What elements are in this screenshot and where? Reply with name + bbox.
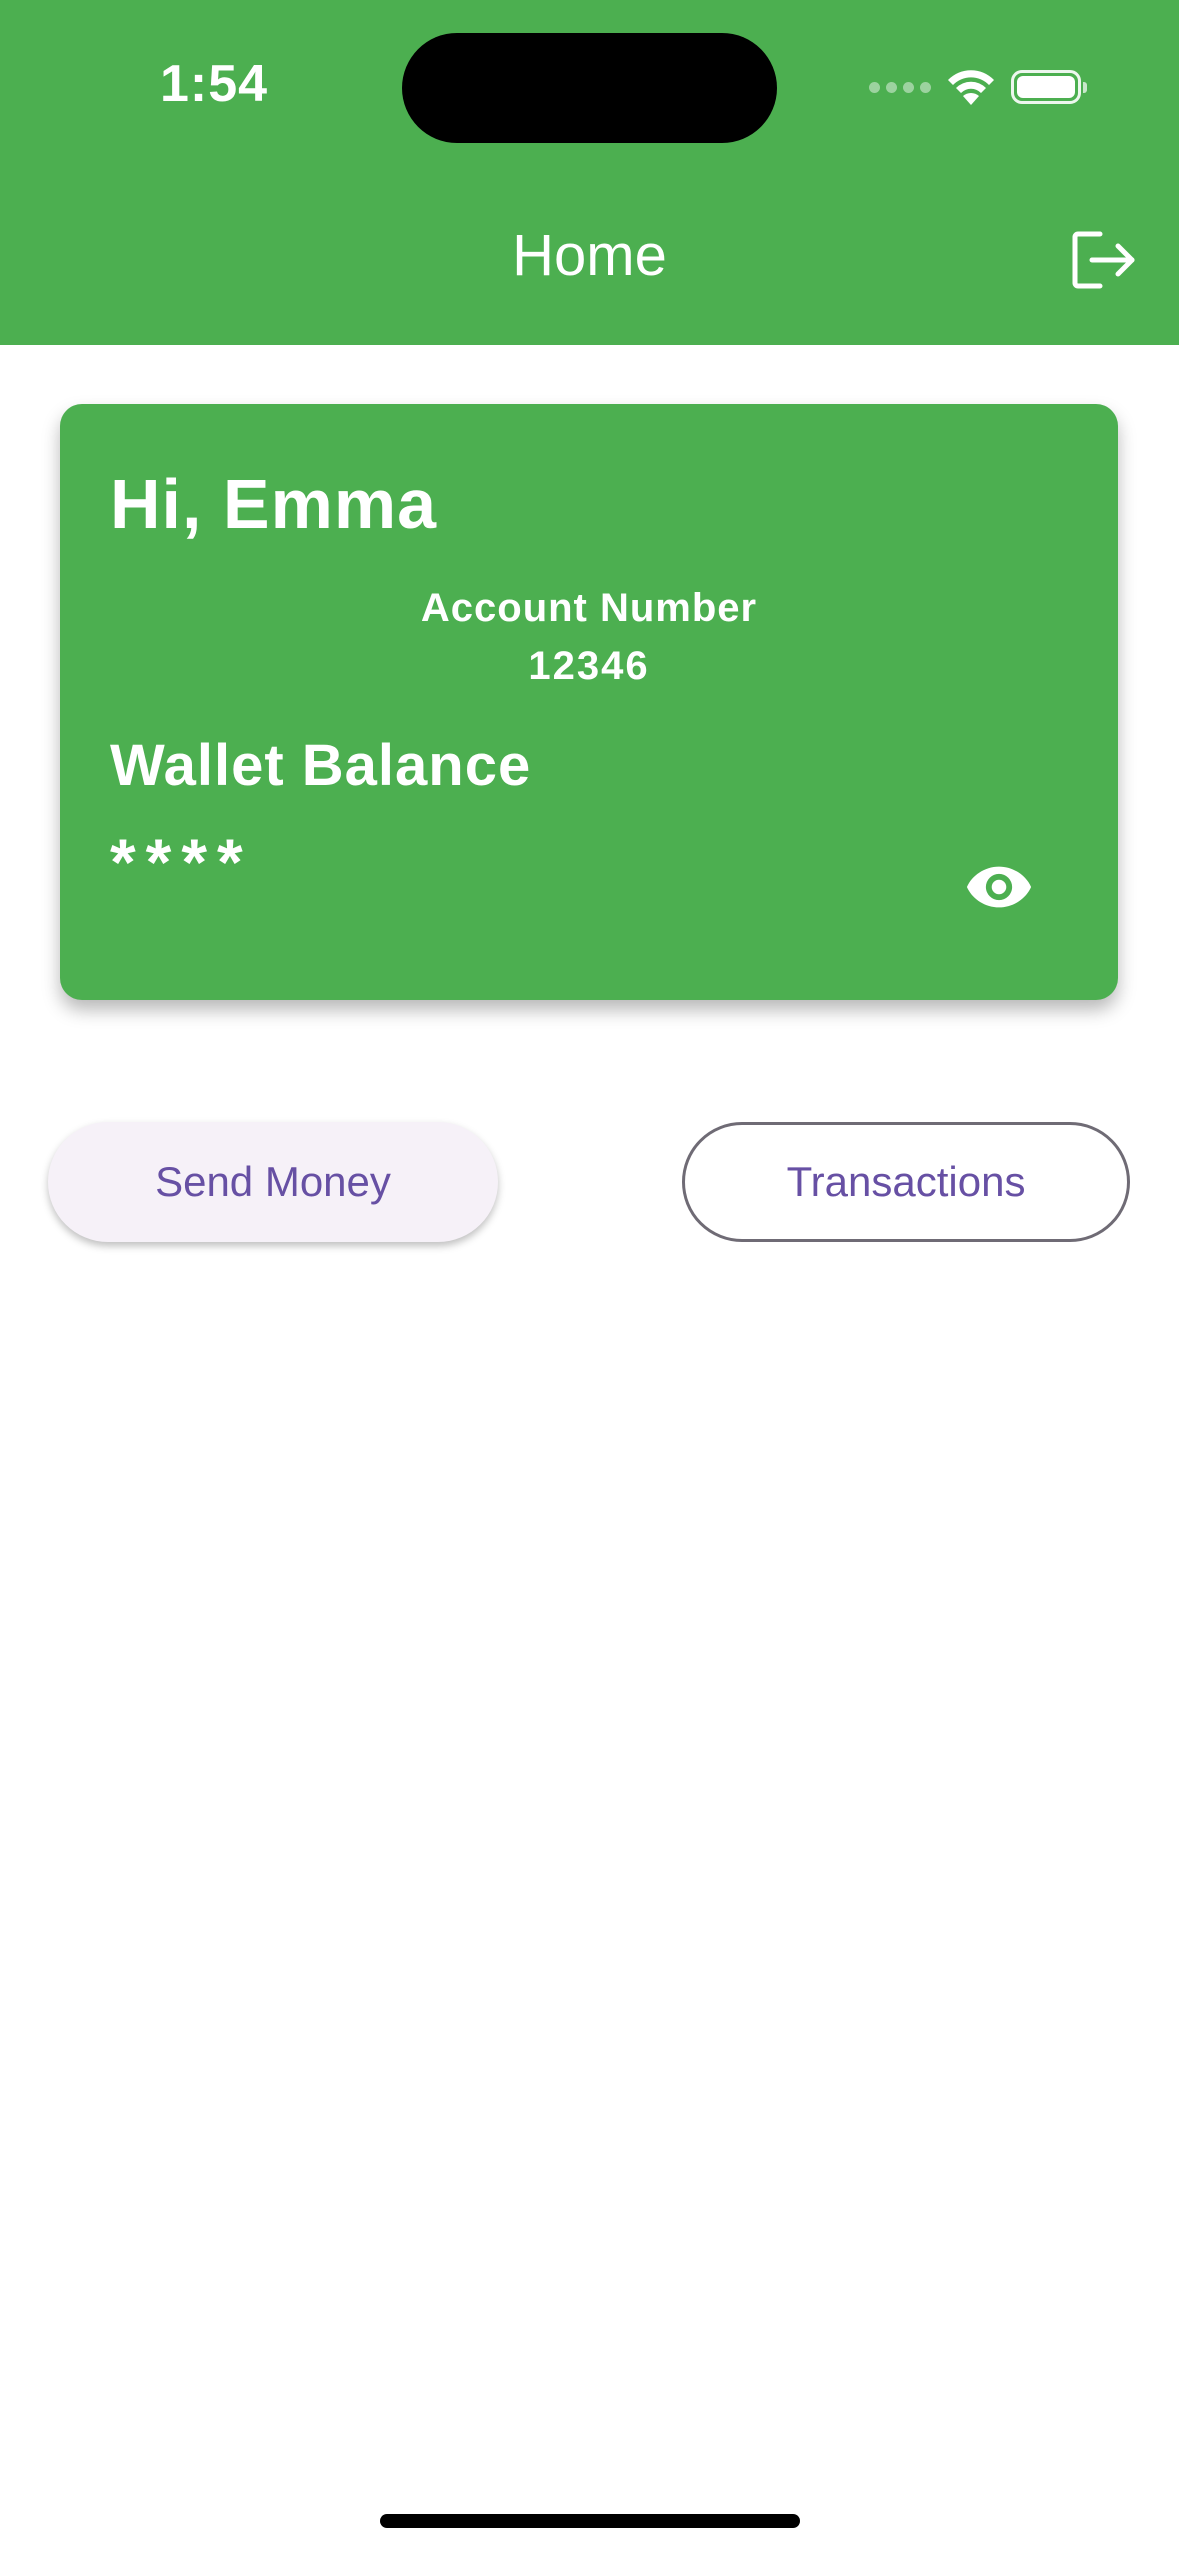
battery-icon	[1011, 70, 1087, 104]
home-indicator[interactable]	[380, 2514, 800, 2528]
dynamic-island	[402, 33, 777, 143]
account-number: 12346	[528, 644, 650, 688]
app-bar: 1:54 Home	[0, 0, 1179, 345]
page-title: Home	[512, 223, 667, 288]
account-number-label: Account Number	[420, 586, 758, 630]
send-money-button[interactable]: Send Money	[48, 1122, 498, 1242]
status-icons	[869, 62, 1087, 112]
eye-icon[interactable]	[964, 852, 1034, 922]
transactions-button[interactable]: Transactions	[682, 1122, 1130, 1242]
status-time: 1:54	[160, 55, 269, 113]
logout-icon[interactable]	[1070, 228, 1138, 292]
wallet-balance-label: Wallet Balance	[110, 733, 532, 798]
wallet-card: Hi, Emma Account Number 12346 Wallet Bal…	[60, 404, 1118, 1000]
home-screen: 1:54 Home Hi, Emma Account Number 12346 …	[0, 0, 1179, 2556]
wifi-icon	[948, 70, 994, 105]
greeting: Hi, Emma	[110, 465, 437, 543]
send-money-label: Send Money	[155, 1158, 391, 1205]
transactions-label: Transactions	[786, 1158, 1026, 1205]
cellular-signal-icon	[869, 81, 931, 93]
wallet-balance-value: ****	[110, 825, 253, 899]
